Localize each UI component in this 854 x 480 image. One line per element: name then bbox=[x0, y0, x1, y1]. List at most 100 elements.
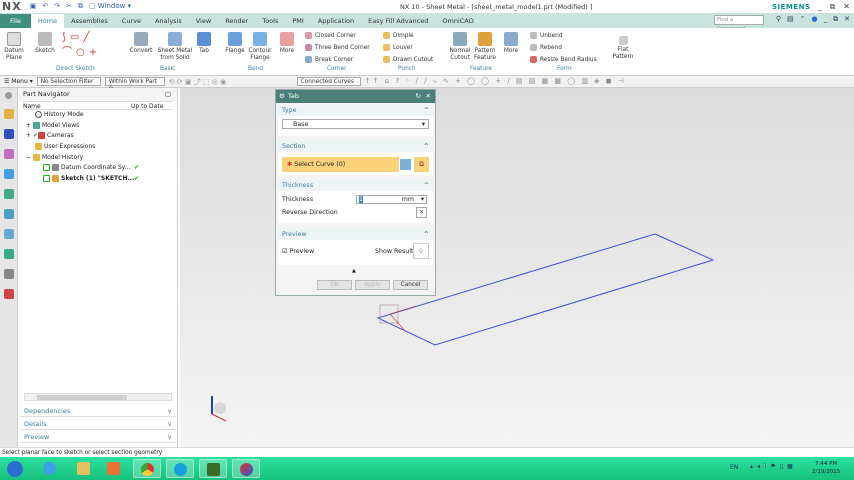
start-button[interactable] bbox=[2, 459, 30, 478]
rebend-button[interactable]: Rebend bbox=[530, 44, 562, 51]
restore-icon[interactable]: ⧉ bbox=[833, 15, 838, 24]
dependencies-panel[interactable]: Dependencies ∨ bbox=[20, 405, 176, 417]
camtasia-icon[interactable] bbox=[199, 459, 227, 478]
ribbon-options-icon[interactable]: ▤ bbox=[787, 15, 794, 24]
dimple-button[interactable]: Dimple bbox=[383, 32, 414, 39]
selection-scope-dropdown[interactable]: Within Work Part O bbox=[104, 77, 165, 93]
restore-icon[interactable]: ⧉ bbox=[830, 2, 836, 12]
sketch-button[interactable]: Sketch bbox=[34, 32, 56, 55]
collapse-ribbon-icon[interactable]: ⌃ bbox=[800, 15, 806, 24]
select-curve-field[interactable]: ✱ Select Curve (0) bbox=[282, 157, 399, 172]
help-icon[interactable]: ● bbox=[812, 15, 818, 24]
tab-easy-fill-advanced[interactable]: Easy Fill Advanced bbox=[361, 14, 435, 28]
tab-assemblies[interactable]: Assemblies bbox=[64, 14, 115, 28]
hd3d-tools-icon[interactable] bbox=[3, 189, 14, 199]
sheet-metal-from-solid-button[interactable]: Sheet Metal from Solid bbox=[157, 32, 193, 62]
tab-omnicad[interactable]: OmniCAD bbox=[435, 14, 480, 28]
minimize-icon[interactable]: _ bbox=[818, 2, 822, 12]
tree-item-model-views[interactable]: + Model Views bbox=[23, 121, 177, 132]
checkbox-icon[interactable] bbox=[43, 164, 50, 172]
selection-filter-dropdown[interactable]: No Selection Filter bbox=[36, 77, 101, 86]
louver-button[interactable]: Louver bbox=[383, 44, 413, 51]
expand-arrow-icon[interactable]: ▲ bbox=[352, 268, 356, 274]
apply-button[interactable]: Apply bbox=[355, 280, 390, 290]
constraint-navigator-icon[interactable] bbox=[3, 129, 14, 139]
drawn-cutout-button[interactable]: Drawn Cutout bbox=[383, 56, 433, 63]
section-header[interactable]: Section ^ bbox=[278, 141, 433, 152]
tab-analysis[interactable]: Analysis bbox=[148, 14, 189, 28]
tree-item-datum-csys[interactable]: Datum Coordinate Sy... ✔ bbox=[23, 163, 177, 174]
system-scenes-icon[interactable] bbox=[3, 289, 14, 299]
three-bend-corner-button[interactable]: Three Bend Corner bbox=[305, 44, 370, 51]
flat-pattern-button[interactable]: Flat Pattern bbox=[610, 36, 636, 61]
roles-icon[interactable] bbox=[3, 269, 14, 279]
media-player-icon[interactable] bbox=[100, 459, 128, 478]
assembly-navigator-icon[interactable] bbox=[3, 109, 14, 119]
navigator-horizontal-scrollbar[interactable] bbox=[24, 393, 172, 401]
flange-button[interactable]: Flange bbox=[224, 32, 246, 55]
contour-flange-button[interactable]: Contour Flange bbox=[246, 32, 274, 62]
cut-icon[interactable]: ✂ bbox=[66, 2, 72, 11]
pattern-feature-button[interactable]: Pattern Feature bbox=[472, 32, 498, 62]
window-menu[interactable]: ▢ Window ▾ bbox=[89, 2, 131, 11]
tab-view[interactable]: View bbox=[189, 14, 218, 28]
preview-checkbox[interactable]: ☑ Preview bbox=[282, 248, 314, 255]
sketch-curve-tools[interactable]: ⟆▭╱ ⌒○+ bbox=[62, 32, 101, 58]
process-studio-icon[interactable] bbox=[3, 249, 14, 259]
preview-panel[interactable]: Preview ∨ bbox=[20, 431, 176, 443]
settings-icon[interactable] bbox=[5, 92, 12, 99]
close-icon[interactable]: ✕ bbox=[843, 2, 850, 12]
tab-application[interactable]: Application bbox=[311, 14, 361, 28]
preview-header[interactable]: Preview ^ bbox=[278, 229, 433, 240]
more-bend-button[interactable]: More bbox=[278, 32, 296, 55]
type-dropdown[interactable]: Base ▾ bbox=[282, 119, 429, 129]
clock[interactable]: 7:44 PM 2/19/2015 bbox=[812, 460, 840, 476]
sketch-section-icon[interactable]: ⧉ bbox=[414, 157, 429, 172]
datum-plane-button[interactable]: Datum Plane bbox=[3, 32, 25, 62]
redo-icon[interactable]: ↷ bbox=[54, 2, 60, 11]
tree-item-history-mode[interactable]: History Mode bbox=[23, 110, 177, 121]
snap-point-icons[interactable]: ↑↑ ⌂ ? ◦ ∕ ∕ ⤷ ∿ + ◯ ◯ + ∕ ▤ ▤ ▦ ▦ ◯ ▥ ◈… bbox=[365, 77, 626, 86]
copy-icon[interactable]: ⧉ bbox=[78, 2, 83, 11]
dropdown-arrow-icon[interactable]: ▾ bbox=[421, 196, 424, 204]
type-header[interactable]: Type ^ bbox=[278, 105, 433, 116]
close-icon[interactable]: ✕ bbox=[844, 15, 850, 24]
cancel-button[interactable]: Cancel bbox=[393, 280, 428, 290]
checkbox-icon[interactable] bbox=[43, 175, 50, 183]
tree-item-user-expressions[interactable]: User Expressions bbox=[23, 142, 177, 153]
tree-item-sketch[interactable]: Sketch (1) "SKETCH... ✔ bbox=[23, 174, 177, 185]
skype-icon[interactable] bbox=[166, 459, 194, 478]
scrollbar-thumb[interactable] bbox=[37, 395, 127, 400]
tab-curve[interactable]: Curve bbox=[115, 14, 148, 28]
tab-render[interactable]: Render bbox=[218, 14, 255, 28]
part-navigator-icon[interactable] bbox=[3, 149, 14, 159]
normal-cutout-button[interactable]: Normal Cutout bbox=[448, 32, 472, 62]
tab-tools[interactable]: Tools bbox=[255, 14, 285, 28]
chrome-icon[interactable] bbox=[133, 459, 161, 478]
internet-explorer-icon[interactable] bbox=[36, 459, 64, 478]
details-panel[interactable]: Details ∨ bbox=[20, 418, 176, 430]
unbend-button[interactable]: Unbend bbox=[530, 32, 563, 39]
maximize-icon[interactable]: ▢ bbox=[165, 88, 171, 101]
tab-button[interactable]: Tab bbox=[196, 32, 212, 55]
minimize-icon[interactable]: _ bbox=[824, 15, 828, 24]
history-icon[interactable] bbox=[3, 229, 14, 239]
undo-icon[interactable]: ↶ bbox=[42, 2, 48, 11]
web-browser-icon[interactable] bbox=[3, 209, 14, 219]
tab-file[interactable]: File bbox=[0, 14, 31, 28]
reverse-direction-icon[interactable]: ✕ bbox=[416, 207, 427, 218]
language-indicator[interactable]: EN bbox=[730, 464, 738, 471]
curve-rule-dropdown[interactable]: Connected Curves bbox=[296, 77, 361, 86]
tab-pmi[interactable]: PMI bbox=[285, 14, 310, 28]
show-result-magnifier-icon[interactable]: ⚲ bbox=[413, 243, 429, 259]
find-command-input[interactable]: Find a Command bbox=[714, 15, 764, 32]
reset-icon[interactable]: ↻ bbox=[416, 90, 421, 103]
break-corner-button[interactable]: Break Corner bbox=[305, 56, 353, 63]
resize-bend-radius-button[interactable]: Resize Bend Radius bbox=[530, 56, 597, 63]
search-icon[interactable]: ⚲ bbox=[776, 15, 781, 24]
close-icon[interactable]: ✕ bbox=[426, 90, 431, 103]
ok-button[interactable]: OK bbox=[317, 280, 352, 290]
tree-item-model-history[interactable]: − Model History bbox=[23, 153, 177, 164]
closed-corner-button[interactable]: Closed Corner bbox=[305, 32, 356, 39]
column-up-to-date[interactable]: Up to Date bbox=[131, 102, 163, 110]
